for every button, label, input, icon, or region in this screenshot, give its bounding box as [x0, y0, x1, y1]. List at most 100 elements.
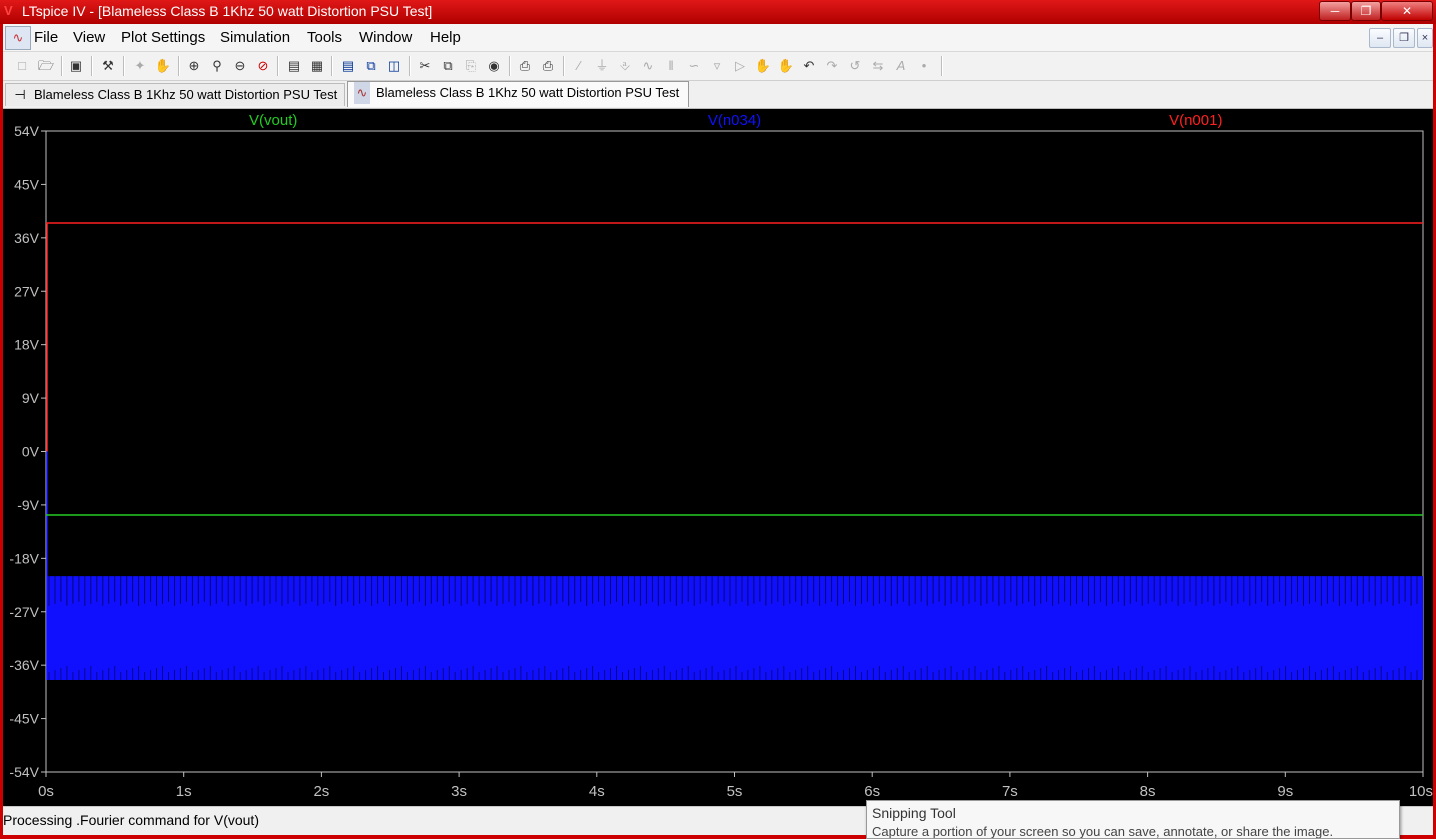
menu-window-label: Window: [359, 29, 413, 46]
document-tabs: ⊣ Blameless Class B 1Khz 50 watt Distorti…: [3, 81, 1433, 109]
zoom-in-icon[interactable]: ⊕: [185, 57, 203, 75]
y-tick-label: 0V: [22, 444, 40, 460]
control-panel-icon[interactable]: ⚒: [99, 57, 117, 75]
inductor-icon[interactable]: ∽: [685, 57, 703, 75]
x-tick-label: 9s: [1277, 783, 1293, 800]
zoom-in-area-icon[interactable]: ⚲: [208, 57, 226, 75]
x-tick-label: 1s: [176, 783, 192, 800]
plot-settings-icon[interactable]: ▦: [308, 57, 326, 75]
text-icon[interactable]: A: [892, 57, 910, 75]
save-icon[interactable]: ▣: [67, 57, 85, 75]
print-icon[interactable]: ⎙: [539, 57, 557, 75]
ltspice-icon[interactable]: V: [4, 4, 18, 18]
menu-view-label: View: [73, 29, 106, 46]
copy-icon[interactable]: ⧉: [439, 57, 457, 75]
y-tick-label: -18V: [9, 550, 39, 566]
autorange-icon[interactable]: ▤: [285, 57, 303, 75]
undo-icon[interactable]: ↶: [800, 57, 818, 75]
trace-label-vn001: V(n001): [1169, 112, 1222, 129]
y-tick-label: 9V: [22, 390, 40, 406]
resistor-icon[interactable]: ∿: [639, 57, 657, 75]
y-tick-label: -45V: [9, 711, 39, 727]
diode-icon[interactable]: ▿: [708, 57, 726, 75]
title-bar: V LTspice IV - [Blameless Class B 1Khz 5…: [0, 0, 1436, 24]
capacitor-icon[interactable]: ‖: [662, 57, 680, 75]
menu-tools-label: Tools: [307, 29, 343, 46]
pan-icon[interactable]: ✋: [154, 57, 172, 75]
redo-icon[interactable]: ↷: [823, 57, 841, 75]
x-tick-label: 5s: [727, 783, 743, 800]
zoom-cancel-icon[interactable]: ⊘: [254, 57, 272, 75]
x-tick-label: 7s: [1002, 783, 1018, 800]
new-schematic-icon[interactable]: □: [13, 57, 31, 75]
menu-tools[interactable]: Tools: [307, 29, 342, 46]
rotate-icon[interactable]: ↺: [846, 57, 864, 75]
mdi-restore-button[interactable]: ❐: [1393, 28, 1415, 48]
cut-icon[interactable]: ✂: [416, 57, 434, 75]
menu-help[interactable]: Help: [430, 29, 461, 46]
document-icon[interactable]: ∿: [5, 26, 31, 50]
x-tick-label: 3s: [451, 783, 467, 800]
print-setup-icon[interactable]: ⎙: [516, 57, 534, 75]
restore-button[interactable]: ❐: [1351, 1, 1381, 21]
menu-file-label: File: [34, 29, 59, 46]
open-icon[interactable]: 🗁: [37, 57, 55, 75]
paste-icon[interactable]: ⎘: [462, 57, 480, 75]
minimize-button[interactable]: ─: [1319, 1, 1351, 21]
y-tick-label: -9V: [17, 497, 39, 513]
move-icon[interactable]: ✋: [754, 57, 772, 75]
mirror-icon[interactable]: ⇆: [869, 57, 887, 75]
label-net-icon[interactable]: ⎀: [616, 57, 634, 75]
mdi-minimize-button[interactable]: –: [1369, 28, 1391, 48]
snipping-tool-title: Snipping Tool: [872, 805, 956, 821]
close-button[interactable]: ✕: [1381, 1, 1433, 21]
waveform-viewer[interactable]: 54V 45V 36V 27V 18V 9V 0V -9V -18V -27V -36V -45V -5…: [3, 109, 1433, 806]
toolbar: □ 🗁 ▣ ⚒ ✦ ✋ ⊕ ⚲ ⊖ ⊘ ▤ ▦ ▤ ⧉ ◫ ✂ ⧉ ⎘ ◉ ⎙ …: [3, 52, 1433, 81]
y-tick-label: 36V: [14, 230, 40, 246]
waveform-icon: ∿: [354, 82, 370, 104]
menu-plot-settings[interactable]: Plot Settings: [121, 29, 205, 46]
status-text: Processing .Fourier command for V(vout): [3, 812, 259, 828]
tile-vertical-icon[interactable]: ◫: [385, 57, 403, 75]
menu-simulation-label: Simulation: [220, 29, 291, 46]
y-tick-label: 18V: [14, 337, 40, 353]
menu-plot-settings-label: Plot Settings: [121, 29, 206, 46]
menu-bar: ∿ File View Plot Settings Simulation Too…: [3, 24, 1433, 52]
x-tick-label: 8s: [1140, 783, 1156, 800]
x-tick-label: 0s: [38, 783, 54, 800]
y-tick-label: -36V: [9, 657, 39, 673]
find-icon[interactable]: ◉: [485, 57, 503, 75]
tab-schematic-label: Blameless Class B 1Khz 50 watt Distortio…: [34, 87, 338, 102]
component-icon[interactable]: ▷: [731, 57, 749, 75]
x-tick-label: 2s: [313, 783, 329, 800]
trace-label-vvout: V(vout): [249, 112, 297, 129]
menu-simulation[interactable]: Simulation: [220, 29, 290, 46]
waveform-chart[interactable]: 54V 45V 36V 27V 18V 9V 0V -9V -18V -27V -36V -45V -5…: [3, 109, 1433, 806]
menu-file[interactable]: File: [34, 29, 58, 46]
schematic-icon: ⊣: [14, 87, 26, 102]
tab-schematic[interactable]: ⊣ Blameless Class B 1Khz 50 watt Distorti…: [5, 83, 345, 106]
x-tick-label: 6s: [864, 783, 880, 800]
y-tick-label: -27V: [9, 604, 39, 620]
cascade-icon[interactable]: ⧉: [362, 57, 380, 75]
tile-horizontal-icon[interactable]: ▤: [339, 57, 357, 75]
x-tick-label: 10s: [1409, 783, 1433, 800]
menu-window[interactable]: Window: [359, 29, 412, 46]
run-icon[interactable]: ✦: [131, 57, 149, 75]
mdi-close-button[interactable]: ×: [1417, 28, 1433, 48]
menu-help-label: Help: [430, 29, 461, 46]
zoom-out-icon[interactable]: ⊖: [231, 57, 249, 75]
y-tick-label: -54V: [9, 764, 39, 780]
trace-label-vn034: V(n034): [708, 112, 761, 129]
ground-icon[interactable]: ⏚: [593, 57, 611, 75]
tab-waveform[interactable]: ∿ Blameless Class B 1Khz 50 watt Distorti…: [347, 81, 689, 107]
y-tick-label: 27V: [14, 283, 40, 299]
window-title: LTspice IV - [Blameless Class B 1Khz 50 …: [22, 3, 433, 19]
wire-icon[interactable]: ∕: [570, 57, 588, 75]
drag-icon[interactable]: ✋: [777, 57, 795, 75]
menu-view[interactable]: View: [73, 29, 105, 46]
snipping-tool-tooltip: Snipping Tool Capture a portion of your …: [866, 800, 1400, 839]
spice-directive-icon[interactable]: •: [915, 57, 933, 75]
tab-waveform-label: Blameless Class B 1Khz 50 watt Distortio…: [376, 85, 680, 100]
trace-v-n034-band: [47, 576, 1423, 681]
